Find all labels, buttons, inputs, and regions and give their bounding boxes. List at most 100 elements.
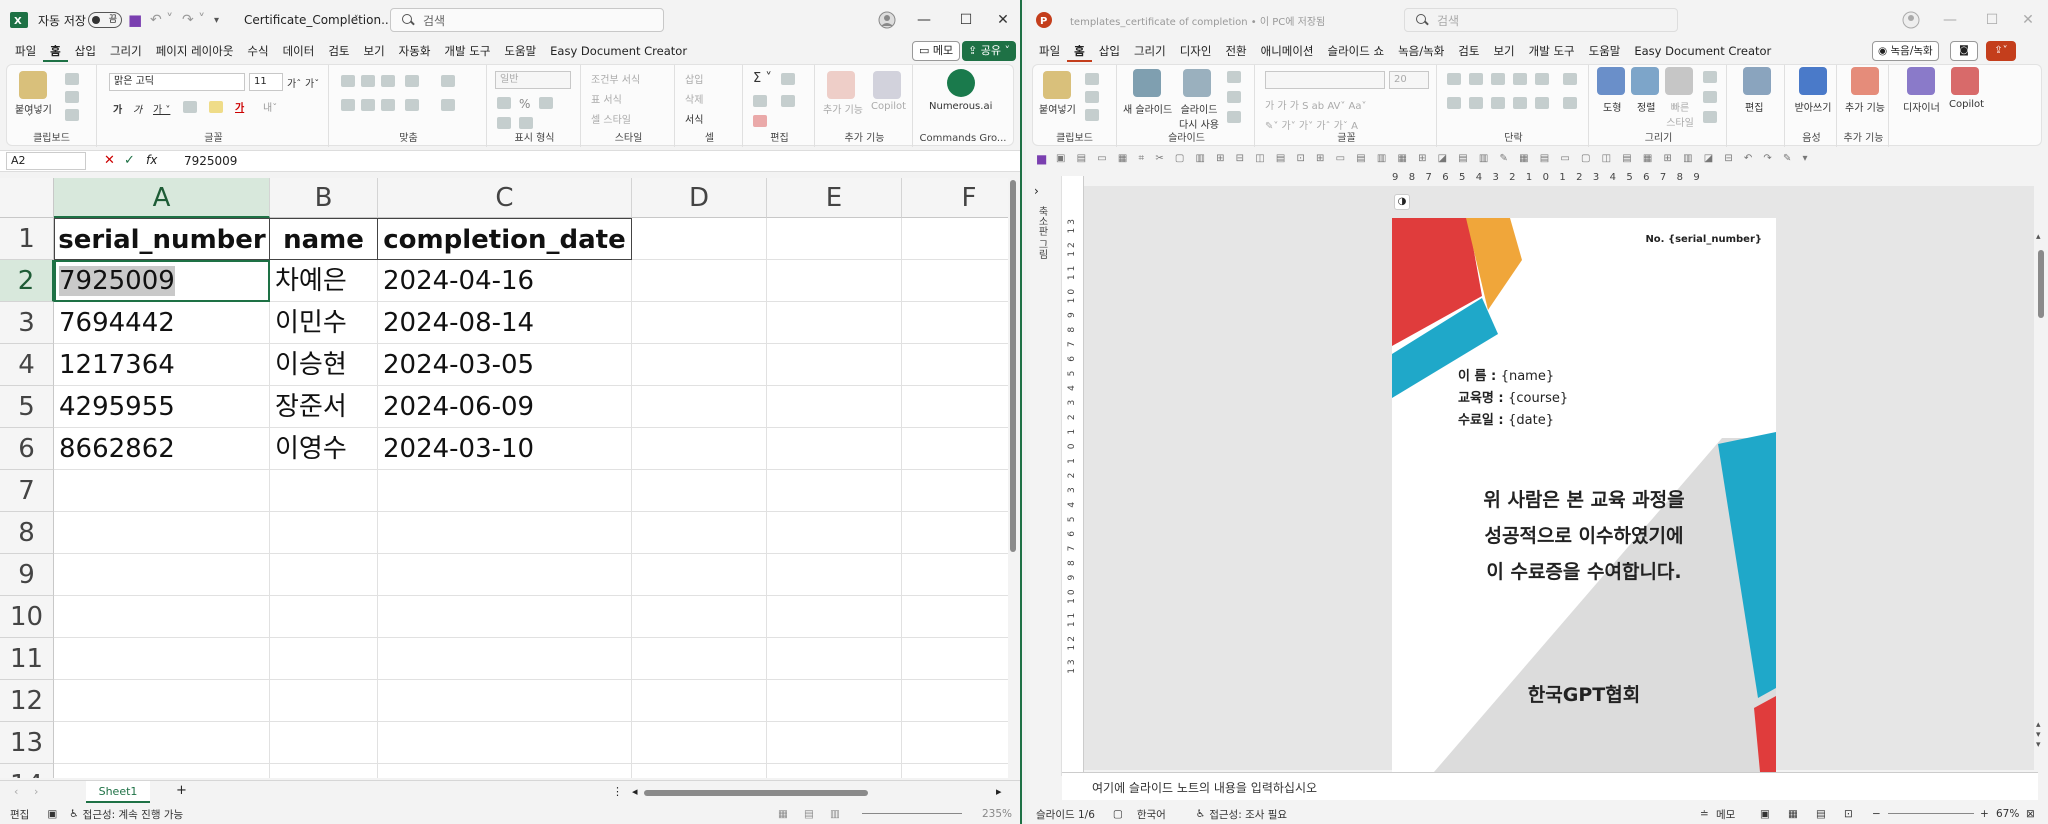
fit-slide-icon[interactable]: ⊠ [2026, 808, 2035, 820]
quick-styles-icon[interactable] [1665, 67, 1693, 95]
paste-dropdown-icon[interactable]: ˅ [27, 113, 32, 124]
ppt-account-icon[interactable] [1902, 0, 1920, 40]
row-header-8[interactable]: 8 [0, 512, 54, 554]
orientation-icon[interactable] [405, 75, 419, 87]
ppt-font-size-field[interactable]: 20 [1389, 71, 1429, 89]
cell-c6[interactable]: 2024-03-10 [378, 428, 632, 470]
row-header-12[interactable]: 12 [0, 680, 54, 722]
camera-icon[interactable]: ◙ [1950, 41, 1978, 61]
phonetic-icon[interactable]: 내ˇ [263, 99, 277, 114]
arrange-icon[interactable] [1631, 67, 1659, 95]
worksheet-grid[interactable]: A B C D E F 1 2 3 4 5 6 7 8 9 10 11 12 1… [0, 178, 1008, 778]
align-text-icon[interactable] [1563, 97, 1577, 109]
row-header-3[interactable]: 3 [0, 302, 54, 344]
ppt-tab-developer[interactable]: 개발 도구 [1522, 40, 1582, 62]
align-right-icon[interactable] [381, 99, 395, 111]
cell-b6[interactable]: 이영수 [270, 428, 378, 470]
row-header-1[interactable]: 1 [0, 218, 54, 260]
slide-sorter-view-icon[interactable]: ▦ [1788, 808, 1798, 820]
cell-a2[interactable]: 7925009 [54, 260, 270, 302]
conditional-format-button[interactable]: 조건부 서식 [591, 71, 640, 86]
tab-developer[interactable]: 개발 도구 [437, 40, 497, 62]
row-header-11[interactable]: 11 [0, 638, 54, 680]
dictate-icon[interactable] [1799, 67, 1827, 95]
border-icon[interactable] [183, 101, 197, 113]
merge-center-icon[interactable] [441, 99, 455, 111]
redo-icon[interactable]: ↷ ˅ [182, 0, 205, 40]
copy-icon[interactable] [65, 91, 79, 103]
slide-info-block[interactable]: 이 름 : {name} 교육명 : {course} 수료일 : {date} [1458, 366, 1568, 432]
zoom-out-icon[interactable]: − [1872, 808, 1881, 820]
wrap-text-icon[interactable] [441, 75, 455, 87]
bullets-icon[interactable] [1447, 73, 1461, 85]
addins-icon[interactable] [827, 71, 855, 99]
currency-icon[interactable] [497, 97, 511, 109]
sheet-prev-icon[interactable]: ‹ [14, 785, 18, 798]
ppt-tab-easy-document-creator[interactable]: Easy Document Creator [1627, 40, 1778, 62]
tab-view[interactable]: 보기 [357, 40, 392, 62]
thumbnail-label[interactable]: 축소판 그림 [1034, 206, 1049, 259]
ppt-format-painter-icon[interactable] [1085, 109, 1099, 121]
ppt-tab-animations[interactable]: 애니메이션 [1254, 40, 1321, 62]
tab-easy-document-creator[interactable]: Easy Document Creator [543, 40, 694, 62]
ppt-normal-view-icon[interactable]: ▣ [1760, 808, 1770, 820]
column-header-c[interactable]: C [378, 178, 632, 218]
cell-a5[interactable]: 4295955 [54, 386, 270, 428]
shapes-icon[interactable] [1597, 67, 1625, 95]
align-middle-icon[interactable] [361, 75, 375, 87]
certificate-slide[interactable]: No. {serial_number} 이 름 : {name} 교육명 : {… [1392, 218, 1776, 772]
reset-icon[interactable] [1227, 91, 1241, 103]
macro-record-icon[interactable]: ▣ [47, 808, 57, 820]
zoom-slider[interactable] [862, 813, 962, 814]
row-header-7[interactable]: 7 [0, 470, 54, 512]
cell-c1[interactable]: completion_date [378, 218, 632, 260]
tab-automate[interactable]: 자동화 [392, 40, 438, 62]
select-all-corner[interactable] [0, 178, 54, 218]
ppt-copy-icon[interactable] [1085, 91, 1099, 103]
font-grow-icon[interactable]: 가ˆ [287, 75, 301, 90]
numerous-logo-icon[interactable] [947, 69, 975, 97]
cell-a6[interactable]: 8662862 [54, 428, 270, 470]
ppt-addins-icon[interactable] [1851, 67, 1879, 95]
page-break-view-icon[interactable]: ▥ [830, 808, 840, 820]
comma-icon[interactable] [539, 97, 553, 109]
ppt-scroll-up-icon[interactable]: ▴ [2036, 232, 2041, 242]
cell-b3[interactable]: 이민수 [270, 302, 378, 344]
formula-input[interactable]: 7925009 [184, 154, 237, 168]
indent-icon[interactable] [405, 99, 419, 111]
sheet-tab-sheet1[interactable]: Sheet1 [86, 781, 150, 803]
ppt-file-title[interactable]: templates_certificate of completion • 이 … [1070, 0, 1325, 40]
zoom-in-icon[interactable]: + [1980, 808, 1989, 820]
decrease-indent-icon[interactable] [1491, 73, 1505, 85]
share-button[interactable]: ⇪ 공유 ˅ [962, 41, 1016, 61]
row-header-5[interactable]: 5 [0, 386, 54, 428]
ppt-scroll-page-icon[interactable]: ▴ ▾ ▾ [2036, 720, 2041, 750]
sheet-next-icon[interactable]: › [34, 785, 38, 798]
spell-check-icon[interactable]: ▢ [1113, 808, 1123, 820]
shape-outline-icon[interactable] [1703, 91, 1717, 103]
ppt-share-icon[interactable]: ⇪˅ [1986, 41, 2016, 61]
ppt-tab-design[interactable]: 디자인 [1173, 40, 1219, 62]
chevron-down-icon[interactable]: ˅ [354, 0, 359, 40]
column-header-d[interactable]: D [632, 178, 767, 218]
tab-draw[interactable]: 그리기 [103, 40, 149, 62]
ppt-font-name-field[interactable] [1265, 71, 1385, 89]
ppt-align-center-icon[interactable] [1469, 97, 1483, 109]
copilot-icon[interactable] [873, 71, 901, 99]
shape-fill-icon[interactable] [1703, 71, 1717, 83]
column-header-a[interactable]: A [54, 178, 270, 218]
ppt-align-left-icon[interactable] [1447, 97, 1461, 109]
slide-issuer[interactable]: 한국GPT협회 [1392, 680, 1776, 707]
align-left-icon[interactable] [341, 99, 355, 111]
memo-button[interactable]: ▭ 메모 [912, 41, 961, 61]
cell-c2[interactable]: 2024-04-16 [378, 260, 632, 302]
cell-c3[interactable]: 2024-08-14 [378, 302, 632, 344]
number-format-field[interactable]: 일반 [495, 71, 571, 89]
row-header-2[interactable]: 2 [0, 260, 54, 302]
record-button[interactable]: ◉ 녹음/녹화 [1872, 41, 1939, 61]
slide-notes-pane[interactable]: 여기에 슬라이드 노트의 내용을 입력하십시오 [1062, 772, 2038, 800]
ppt-save-icon[interactable]: ■ [1036, 152, 1047, 166]
row-header-10[interactable]: 10 [0, 596, 54, 638]
align-top-icon[interactable] [341, 75, 355, 87]
align-bottom-icon[interactable] [381, 75, 395, 87]
